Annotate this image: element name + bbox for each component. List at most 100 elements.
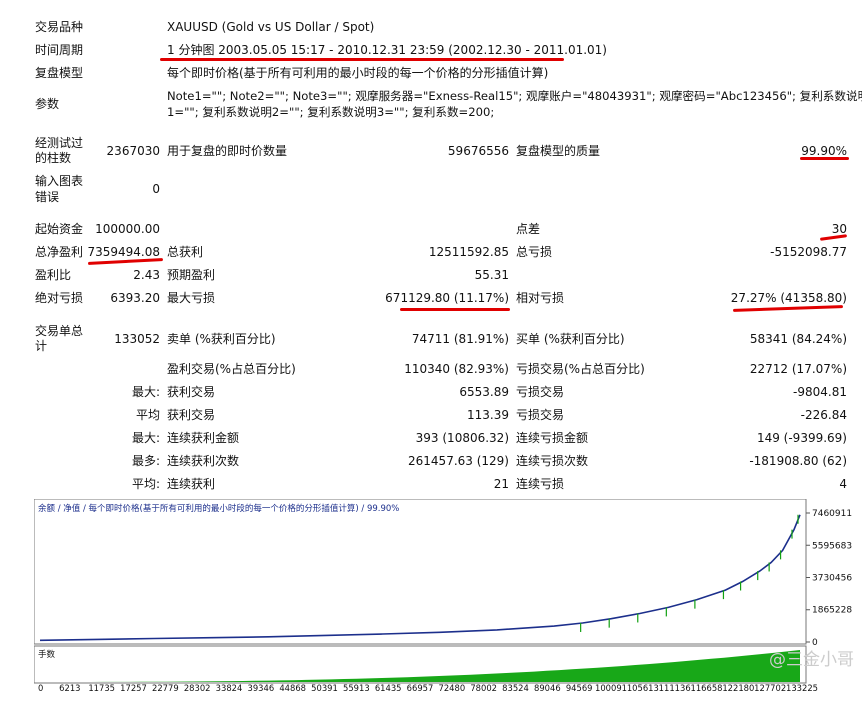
params-line-1: Note1=""; Note2=""; Note3=""; 观摩服务器="Exn… (167, 89, 862, 103)
x-tick-label: 44868 (279, 683, 306, 693)
relative-drawdown-underline (732, 305, 844, 312)
period-value: 1 分钟图 2003.05.05 15:17 - 2010.12.31 23:5… (167, 43, 607, 57)
model-value: 每个即时价格(基于所有可利用的最小时段的每一个价格的分形插值计算) (167, 66, 549, 80)
profit-factor-label: 盈利比 (35, 268, 72, 282)
x-tick-label: 94569 (566, 683, 593, 693)
watermark: @三金小哥 (769, 650, 854, 670)
x-tick-label: 100091 (595, 683, 627, 693)
net-profit-label: 总净盈利 (35, 245, 84, 259)
bars-label-1: 经测试过 (35, 136, 84, 150)
chart-title: 余额 / 净值 / 每个即时价格(基于所有可利用的最小时段的每一个价格的分形插值… (38, 503, 399, 514)
maximal-cons-profit-value: 261457.63 (129) (408, 454, 509, 468)
errors-value: 0 (152, 182, 160, 196)
ticks-label: 用于复盘的即时价数量 (167, 144, 288, 158)
x-tick-label: 105613 (627, 683, 659, 693)
y-tick-label: 0 (812, 638, 818, 648)
absolute-drawdown-value: 6393.20 (110, 291, 160, 305)
spread-label: 点差 (516, 222, 541, 236)
x-tick-label: 11735 (88, 683, 115, 693)
avg-cons-losses-label: 连续亏损 (516, 477, 565, 491)
model-label: 复盘模型 (35, 66, 84, 80)
symbol-label: 交易品种 (35, 20, 84, 34)
average-loss-label: 亏损交易 (516, 408, 565, 422)
x-tick-label: 78002 (470, 683, 497, 693)
expected-payoff-value: 55.31 (474, 268, 509, 282)
maximal-cons-loss-value: -181908.80 (62) (749, 454, 847, 468)
max-cons-wins-label: 连续获利金额 (167, 431, 240, 445)
deposit-value: 100000.00 (95, 222, 160, 236)
ticks-value: 59676556 (447, 144, 509, 158)
max-consecutive-label: 最大: (131, 431, 160, 445)
loss-trades-value: 22712 (17.07%) (749, 362, 847, 376)
loss-trades-label: 亏损交易(%占总百分比) (516, 362, 645, 376)
average-consecutive-label: 平均: (131, 477, 160, 491)
period-underline (160, 58, 564, 61)
x-tick-label: 83524 (502, 683, 529, 693)
x-tick-label: 33824 (216, 683, 243, 693)
chart-plot-frame (34, 499, 807, 645)
gross-loss-label: 总亏损 (516, 245, 553, 259)
max-cons-wins-value: 393 (10806.32) (415, 431, 509, 445)
x-tick-label: 133225 (786, 683, 818, 693)
largest-loss-value: -9804.81 (793, 385, 847, 399)
short-positions-label: 卖单 (%获利百分比) (167, 332, 276, 346)
y-tick-label: 7460911 (812, 509, 852, 519)
x-tick-label: 50391 (311, 683, 338, 693)
maximal-cons-loss-label: 连续亏损次数 (516, 454, 589, 468)
largest-profit-label: 获利交易 (167, 385, 216, 399)
largest-loss-label: 亏损交易 (516, 385, 565, 399)
long-positions-value: 58341 (84.24%) (749, 332, 847, 346)
profit-trades-label: 盈利交易(%占总百分比) (167, 362, 296, 376)
x-tick-label: 28302 (184, 683, 211, 693)
y-tick-label: 3730456 (812, 574, 852, 584)
largest-profit-value: 6553.89 (459, 385, 509, 399)
relative-drawdown-value: 27.27% (41358.80) (730, 291, 847, 305)
largest-label: 最大: (131, 385, 160, 399)
x-tick-label: 111136 (659, 683, 691, 693)
errors-label-1: 输入图表 (35, 174, 84, 188)
absolute-drawdown-label: 绝对亏损 (35, 291, 84, 305)
avg-cons-wins-label: 连续获利 (167, 477, 216, 491)
short-positions-value: 74711 (81.91%) (411, 332, 509, 346)
equity-chart: 余额 / 净值 / 每个即时价格(基于所有可利用的最小时段的每一个价格的分形插值… (34, 499, 854, 693)
profit-trades-value: 110340 (82.93%) (404, 362, 509, 376)
maximal-consecutive-label: 最多: (131, 454, 160, 468)
x-tick-label: 55913 (343, 683, 370, 693)
params-label: 参数 (35, 97, 60, 111)
maximal-cons-profit-label: 连续获利次数 (167, 454, 240, 468)
x-tick-label: 122180 (722, 683, 754, 693)
x-axis: 0 6213 11735 17257 22779 28302 33824 39346 44868… (38, 683, 818, 693)
average-label: 平均 (135, 408, 160, 422)
y-axis: 7460911 5595683 3730456 1865228 0 (806, 509, 852, 648)
total-trades-value: 133052 (114, 332, 160, 346)
params-line-2: 1=""; 复利系数说明2=""; 复利系数说明3=""; 复利系数=200; (167, 105, 495, 119)
profit-factor-value: 2.43 (133, 268, 160, 282)
symbol-value: XAUUSD (Gold vs US Dollar / Spot) (167, 20, 375, 34)
total-trades-label-2: 计 (35, 339, 48, 353)
gross-loss-value: -5152098.77 (770, 245, 847, 259)
spread-value: 30 (831, 222, 847, 236)
average-profit-label: 获利交易 (167, 408, 216, 422)
relative-drawdown-label: 相对亏损 (516, 291, 565, 305)
max-drawdown-label: 最大亏损 (167, 291, 216, 305)
x-tick-label: 0 (38, 683, 43, 693)
x-tick-label: 89046 (534, 683, 561, 693)
x-tick-label: 6213 (59, 683, 80, 693)
net-profit-value: 7359494.08 (87, 245, 160, 259)
x-tick-label: 22779 (152, 683, 179, 693)
y-tick-label: 5595683 (812, 541, 852, 551)
bars-value: 2367030 (106, 144, 160, 158)
average-profit-value: 113.39 (467, 408, 509, 422)
bars-label-2: 的柱数 (35, 151, 72, 165)
max-cons-losses-value: 149 (-9399.69) (756, 431, 847, 445)
max-drawdown-value: 671129.80 (11.17%) (385, 291, 509, 305)
max-drawdown-underline (400, 308, 510, 311)
x-tick-label: 116658 (691, 683, 723, 693)
gross-profit-label: 总获利 (167, 245, 204, 259)
max-cons-losses-label: 连续亏损金额 (516, 431, 589, 445)
expected-payoff-label: 预期盈利 (167, 268, 216, 282)
quality-label: 复盘模型的质量 (516, 144, 601, 158)
errors-label-2: 错误 (35, 190, 60, 204)
period-label: 时间周期 (35, 43, 84, 57)
avg-cons-wins-value: 21 (493, 477, 509, 491)
